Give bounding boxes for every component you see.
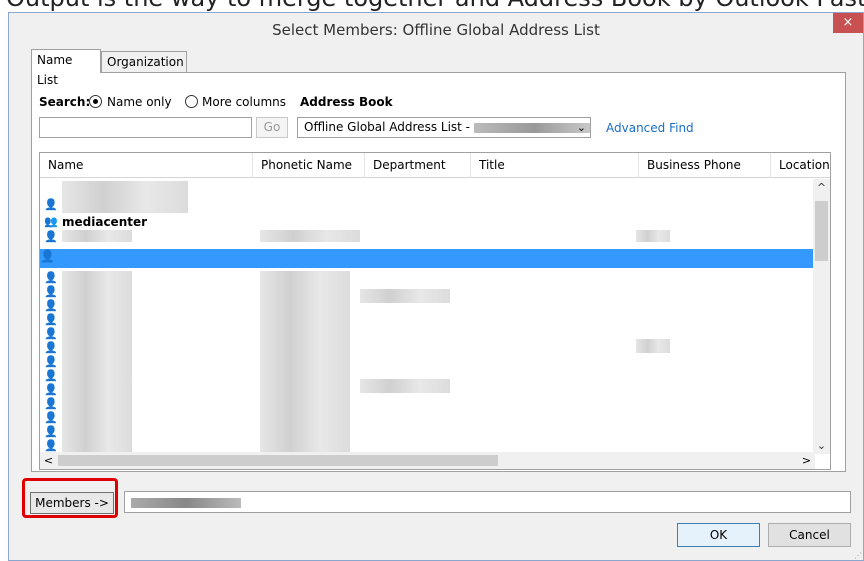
horizontal-scroll-thumb[interactable] (58, 455, 498, 466)
scroll-right-icon[interactable]: > (798, 452, 815, 469)
person-icon: 👤 (44, 327, 58, 340)
list-item[interactable]: 👤 (40, 341, 820, 355)
person-icon: 👤 (44, 425, 58, 438)
horizontal-scrollbar[interactable]: < > (40, 452, 815, 469)
list-item[interactable]: 👤 (40, 411, 820, 425)
advanced-find-link[interactable]: Advanced Find (606, 121, 694, 135)
person-icon: 👤 (44, 230, 58, 243)
cancel-button[interactable]: Cancel (768, 523, 851, 547)
more-columns-label[interactable]: More columns (202, 95, 286, 109)
column-header-title[interactable]: Title (471, 153, 639, 178)
group-entry-label: mediacenter (62, 215, 148, 229)
person-icon: 👤 (44, 341, 58, 354)
group-icon: 👥 (44, 215, 58, 228)
person-icon: 👤 (44, 355, 58, 368)
name-only-radio[interactable] (89, 95, 102, 108)
tab-name-list[interactable]: Name List (31, 49, 101, 87)
address-list[interactable]: 👤 👥 mediacenter 👤 👤 👤 👤 👤 👤 👤 👤 👤 👤 👤 👤 … (40, 179, 820, 454)
list-item[interactable]: 👤 (40, 397, 820, 411)
person-icon: 👤 (44, 383, 58, 396)
person-icon: 👤 (44, 198, 58, 211)
grid-header: Name Phonetic Name Department Title Busi… (40, 153, 830, 178)
scroll-up-icon[interactable]: ^ (813, 179, 830, 196)
redacted-members (131, 497, 241, 508)
redacted-entry (360, 379, 450, 393)
person-icon: 👤 (44, 285, 58, 298)
window-title: Select Members: Offline Global Address L… (272, 21, 600, 39)
members-input[interactable] (124, 491, 851, 513)
list-item[interactable]: 👤 (40, 313, 820, 327)
list-item-group[interactable]: 👥 mediacenter (40, 215, 820, 229)
column-header-location[interactable]: Location (771, 153, 830, 178)
person-icon: 👤 (40, 249, 55, 263)
column-header-department[interactable]: Department (365, 153, 471, 178)
tab-organization[interactable]: Organization (101, 51, 187, 73)
redacted-entry (62, 230, 132, 242)
list-item[interactable]: 👤 (40, 230, 820, 244)
person-icon: 👤 (44, 299, 58, 312)
background-caption: Output is the way to merge together and … (6, 0, 864, 12)
selected-list-item[interactable]: 👤 (40, 249, 820, 268)
redacted-entry (360, 289, 450, 303)
person-icon: 👤 (44, 397, 58, 410)
person-icon: 👤 (44, 411, 58, 424)
column-header-name[interactable]: Name (40, 153, 253, 178)
address-book-label: Address Book (300, 95, 393, 109)
address-book-value: Offline Global Address List - (304, 120, 471, 134)
column-header-business-phone[interactable]: Business Phone (639, 153, 771, 178)
list-item[interactable]: 👤 (40, 355, 820, 369)
chevron-down-icon[interactable]: ⌄ (577, 118, 586, 137)
person-icon: 👤 (44, 439, 58, 452)
members-button[interactable]: Members -> (30, 492, 114, 514)
redacted-entry (260, 230, 360, 242)
search-label: Search: (39, 95, 91, 109)
vertical-scroll-thumb[interactable] (815, 201, 828, 261)
vertical-scrollbar[interactable]: ^ ⌄ (813, 179, 830, 454)
list-item[interactable]: 👤 (40, 425, 820, 439)
scroll-left-icon[interactable]: < (40, 452, 57, 469)
list-item[interactable]: 👤 (40, 327, 820, 341)
background-caption-strip: Output is the way to merge together and … (0, 0, 864, 12)
redacted-entry (260, 271, 350, 453)
redacted-entry (62, 271, 132, 453)
list-item[interactable]: 👤 (40, 439, 820, 453)
redacted-address-book-suffix (474, 122, 590, 133)
scroll-down-icon[interactable]: ⌄ (813, 437, 830, 454)
person-icon: 👤 (44, 369, 58, 382)
person-icon: 👤 (44, 271, 58, 284)
redacted-entry (636, 339, 670, 353)
resize-grip-icon[interactable]: ⋰ (854, 551, 862, 560)
close-icon[interactable]: × (833, 13, 863, 33)
search-input[interactable] (39, 117, 252, 138)
column-header-phonetic-name[interactable]: Phonetic Name (253, 153, 365, 178)
more-columns-radio[interactable] (185, 95, 198, 108)
address-book-select[interactable]: Offline Global Address List - ⌄ (297, 117, 591, 138)
address-list-grid: Name Phonetic Name Department Title Busi… (39, 152, 831, 470)
title-bar: Select Members: Offline Global Address L… (9, 13, 863, 47)
ok-button[interactable]: OK (677, 523, 760, 547)
person-icon: 👤 (44, 313, 58, 326)
go-button[interactable]: Go (256, 117, 288, 138)
redacted-entry (636, 230, 670, 242)
list-item[interactable]: 👤 (40, 198, 820, 212)
list-item[interactable]: 👤 (40, 271, 820, 285)
name-only-label[interactable]: Name only (107, 95, 172, 109)
